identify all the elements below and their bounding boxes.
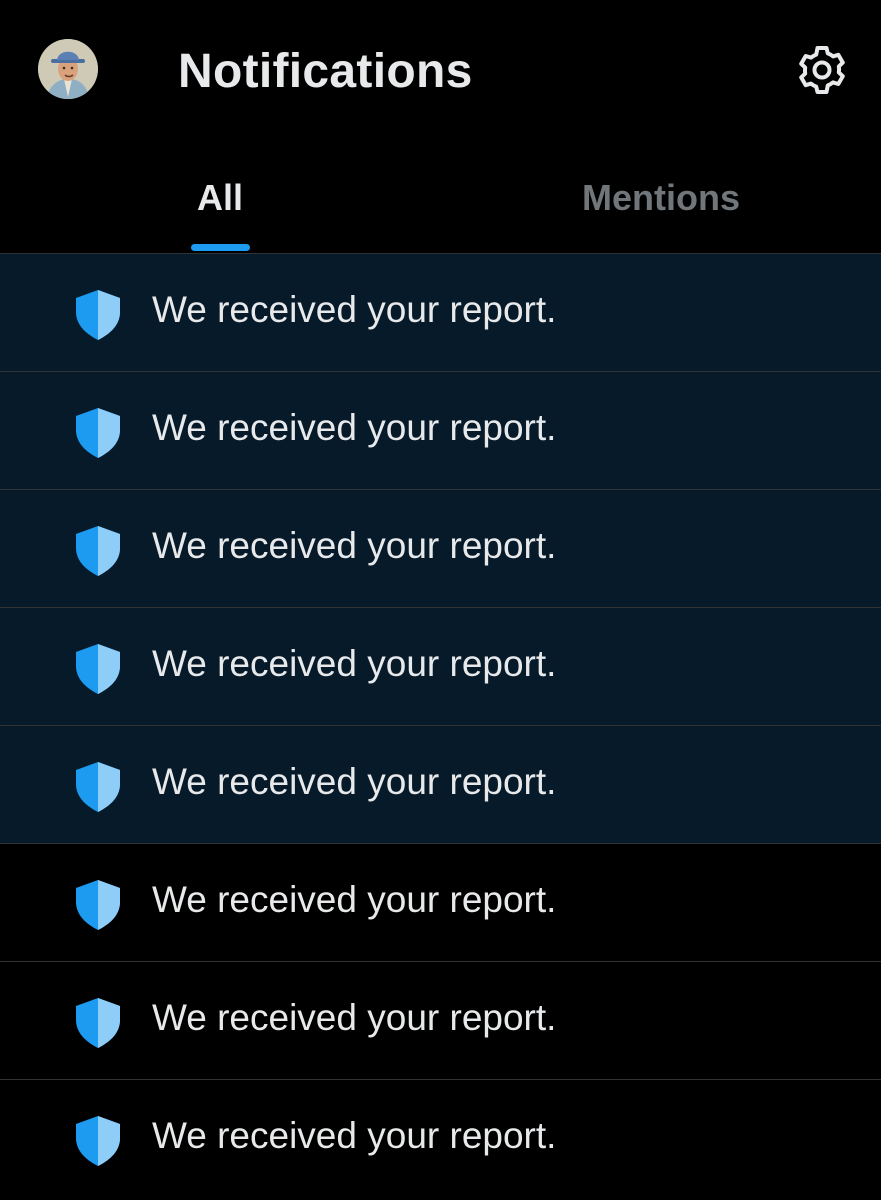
tab-all-label: All xyxy=(196,177,243,218)
notification-text: We received your report. xyxy=(152,525,557,566)
notification-text: We received your report. xyxy=(152,879,557,920)
page-title: Notifications xyxy=(178,45,473,98)
profile-avatar[interactable] xyxy=(38,39,98,99)
notification-text: We received your report. xyxy=(152,643,557,684)
list-item[interactable]: We received your report. xyxy=(0,372,881,490)
list-item[interactable]: We received your report. xyxy=(0,608,881,726)
notification-text: We received your report. xyxy=(152,289,557,330)
notification-text: We received your report. xyxy=(152,1115,557,1156)
shield-icon xyxy=(76,408,120,458)
shield-icon xyxy=(76,998,120,1048)
list-item[interactable]: We received your report. xyxy=(0,254,881,372)
tab-all[interactable]: All xyxy=(0,140,440,253)
notification-text: We received your report. xyxy=(152,761,557,802)
shield-icon xyxy=(76,880,120,930)
gear-icon xyxy=(799,46,845,94)
notification-tabs: All Mentions xyxy=(0,140,881,254)
shield-icon xyxy=(76,644,120,694)
list-item[interactable]: We received your report. xyxy=(0,726,881,844)
tab-mentions-label: Mentions xyxy=(582,177,740,218)
list-item[interactable]: We received your report. xyxy=(0,1080,881,1197)
shield-icon xyxy=(76,526,120,576)
list-item[interactable]: We received your report. xyxy=(0,490,881,608)
top-app-bar: Notifications xyxy=(0,0,881,140)
notification-text: We received your report. xyxy=(152,407,557,448)
list-item[interactable]: We received your report. xyxy=(0,962,881,1080)
avatar-image xyxy=(38,39,98,99)
shield-icon xyxy=(76,290,120,340)
notification-list: We received your report. We received you… xyxy=(0,254,881,1197)
notification-text: We received your report. xyxy=(152,997,557,1038)
settings-button[interactable] xyxy=(794,42,850,98)
tab-mentions[interactable]: Mentions xyxy=(441,140,881,253)
shield-icon xyxy=(76,1116,120,1166)
list-item[interactable]: We received your report. xyxy=(0,844,881,962)
shield-icon xyxy=(76,762,120,812)
selected-tab-indicator xyxy=(191,244,250,251)
